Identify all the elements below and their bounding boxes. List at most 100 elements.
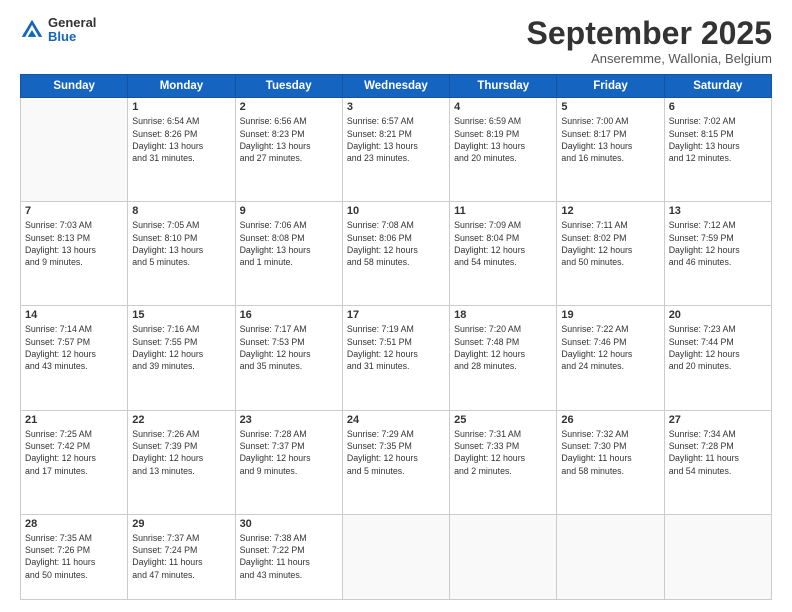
day-info: Sunrise: 7:14 AM Sunset: 7:57 PM Dayligh… [25,323,123,372]
day-number: 19 [561,309,659,321]
calendar-cell: 1 Sunrise: 6:54 AM Sunset: 8:26 PM Daylig… [128,98,235,202]
day-number: 8 [132,205,230,217]
day-info: Sunrise: 6:59 AM Sunset: 8:19 PM Dayligh… [454,115,552,164]
day-info: Sunrise: 6:54 AM Sunset: 8:26 PM Dayligh… [132,115,230,164]
calendar-cell [557,514,664,599]
calendar-cell: 2Sunrise: 6:56 AM Sunset: 8:23 PM Daylig… [235,98,342,202]
calendar-week-row: 28 Sunrise: 7:35 AM Sunset: 7:26 PM Dayli… [21,514,772,599]
calendar-week-row: 21Sunrise: 7:25 AM Sunset: 7:42 PM Dayli… [21,410,772,514]
day-info: Sunrise: 7:12 AM Sunset: 7:59 PM Dayligh… [669,219,767,268]
calendar-cell: 29 Sunrise: 7:37 AM Sunset: 7:24 PM Dayli… [128,514,235,599]
day-info: Sunrise: 7:00 AM Sunset: 8:17 PM Dayligh… [561,115,659,164]
calendar-cell: 10 Sunrise: 7:08 AM Sunset: 8:06 PM Dayli… [342,202,449,306]
location: Anseremme, Wallonia, Belgium [527,51,772,66]
calendar-weekday-saturday: Saturday [664,75,771,98]
day-info: Sunrise: 7:23 AM Sunset: 7:44 PM Dayligh… [669,323,767,372]
day-number: 30 [240,518,338,530]
calendar-cell: 20 Sunrise: 7:23 AM Sunset: 7:44 PM Dayli… [664,306,771,410]
calendar-week-row: 14 Sunrise: 7:14 AM Sunset: 7:57 PM Dayli… [21,306,772,410]
calendar-cell: 25Sunrise: 7:31 AM Sunset: 7:33 PM Dayli… [450,410,557,514]
day-number: 22 [132,414,230,426]
calendar-weekday-sunday: Sunday [21,75,128,98]
calendar-cell: 4 Sunrise: 6:59 AM Sunset: 8:19 PM Daylig… [450,98,557,202]
day-info: Sunrise: 7:03 AM Sunset: 8:13 PM Dayligh… [25,219,123,268]
day-info: Sunrise: 7:16 AM Sunset: 7:55 PM Dayligh… [132,323,230,372]
day-number: 4 [454,101,552,113]
day-info: Sunrise: 7:31 AM Sunset: 7:33 PM Dayligh… [454,428,552,477]
calendar-cell: 26 Sunrise: 7:32 AM Sunset: 7:30 PM Dayli… [557,410,664,514]
day-number: 16 [240,309,338,321]
calendar-cell: 6 Sunrise: 7:02 AM Sunset: 8:15 PM Daylig… [664,98,771,202]
calendar-weekday-wednesday: Wednesday [342,75,449,98]
calendar-cell: 22 Sunrise: 7:26 AM Sunset: 7:39 PM Dayli… [128,410,235,514]
calendar-cell [342,514,449,599]
calendar-cell: 28 Sunrise: 7:35 AM Sunset: 7:26 PM Dayli… [21,514,128,599]
logo-text: General Blue [48,16,96,45]
day-number: 24 [347,414,445,426]
day-info: Sunrise: 7:17 AM Sunset: 7:53 PM Dayligh… [240,323,338,372]
day-number: 15 [132,309,230,321]
day-info: Sunrise: 7:29 AM Sunset: 7:35 PM Dayligh… [347,428,445,477]
day-number: 9 [240,205,338,217]
day-number: 6 [669,101,767,113]
day-number: 10 [347,205,445,217]
calendar-cell: 11 Sunrise: 7:09 AM Sunset: 8:04 PM Dayli… [450,202,557,306]
day-info: Sunrise: 7:35 AM Sunset: 7:26 PM Dayligh… [25,532,123,581]
day-info: Sunrise: 7:19 AM Sunset: 7:51 PM Dayligh… [347,323,445,372]
calendar-cell: 15 Sunrise: 7:16 AM Sunset: 7:55 PM Dayli… [128,306,235,410]
calendar-cell: 27 Sunrise: 7:34 AM Sunset: 7:28 PM Dayli… [664,410,771,514]
day-info: Sunrise: 7:22 AM Sunset: 7:46 PM Dayligh… [561,323,659,372]
day-number: 27 [669,414,767,426]
day-info: Sunrise: 7:08 AM Sunset: 8:06 PM Dayligh… [347,219,445,268]
day-info: Sunrise: 7:11 AM Sunset: 8:02 PM Dayligh… [561,219,659,268]
calendar-table: SundayMondayTuesdayWednesdayThursdayFrid… [20,74,772,600]
day-number: 13 [669,205,767,217]
day-number: 1 [132,101,230,113]
calendar-cell [664,514,771,599]
day-number: 20 [669,309,767,321]
day-info: Sunrise: 7:32 AM Sunset: 7:30 PM Dayligh… [561,428,659,477]
calendar-cell: 13 Sunrise: 7:12 AM Sunset: 7:59 PM Dayli… [664,202,771,306]
day-info: Sunrise: 7:34 AM Sunset: 7:28 PM Dayligh… [669,428,767,477]
calendar-cell: 23 Sunrise: 7:28 AM Sunset: 7:37 PM Dayli… [235,410,342,514]
calendar-cell: 7Sunrise: 7:03 AM Sunset: 8:13 PM Daylig… [21,202,128,306]
day-number: 28 [25,518,123,530]
day-number: 14 [25,309,123,321]
calendar-cell: 21Sunrise: 7:25 AM Sunset: 7:42 PM Dayli… [21,410,128,514]
calendar-cell: 14 Sunrise: 7:14 AM Sunset: 7:57 PM Dayli… [21,306,128,410]
day-info: Sunrise: 7:28 AM Sunset: 7:37 PM Dayligh… [240,428,338,477]
day-number: 26 [561,414,659,426]
calendar-cell: 3Sunrise: 6:57 AM Sunset: 8:21 PM Daylig… [342,98,449,202]
day-number: 29 [132,518,230,530]
day-number: 12 [561,205,659,217]
calendar-cell: 24 Sunrise: 7:29 AM Sunset: 7:35 PM Dayli… [342,410,449,514]
calendar-cell [21,98,128,202]
logo-blue: Blue [48,30,96,44]
month-title: September 2025 [527,16,772,51]
logo: General Blue [20,16,96,45]
calendar-cell: 8Sunrise: 7:05 AM Sunset: 8:10 PM Daylig… [128,202,235,306]
day-info: Sunrise: 6:56 AM Sunset: 8:23 PM Dayligh… [240,115,338,164]
calendar-cell: 18Sunrise: 7:20 AM Sunset: 7:48 PM Dayli… [450,306,557,410]
day-info: Sunrise: 7:20 AM Sunset: 7:48 PM Dayligh… [454,323,552,372]
day-info: Sunrise: 7:26 AM Sunset: 7:39 PM Dayligh… [132,428,230,477]
calendar-cell: 9 Sunrise: 7:06 AM Sunset: 8:08 PM Daylig… [235,202,342,306]
day-info: Sunrise: 7:02 AM Sunset: 8:15 PM Dayligh… [669,115,767,164]
calendar-weekday-thursday: Thursday [450,75,557,98]
day-number: 21 [25,414,123,426]
day-number: 23 [240,414,338,426]
calendar-cell [450,514,557,599]
day-info: Sunrise: 7:37 AM Sunset: 7:24 PM Dayligh… [132,532,230,581]
calendar-cell: 30Sunrise: 7:38 AM Sunset: 7:22 PM Dayli… [235,514,342,599]
title-block: September 2025 Anseremme, Wallonia, Belg… [527,16,772,66]
calendar-weekday-tuesday: Tuesday [235,75,342,98]
day-info: Sunrise: 7:06 AM Sunset: 8:08 PM Dayligh… [240,219,338,268]
day-number: 11 [454,205,552,217]
logo-icon [20,18,44,42]
day-number: 17 [347,309,445,321]
calendar-week-row: 1 Sunrise: 6:54 AM Sunset: 8:26 PM Daylig… [21,98,772,202]
calendar-week-row: 7Sunrise: 7:03 AM Sunset: 8:13 PM Daylig… [21,202,772,306]
day-info: Sunrise: 7:09 AM Sunset: 8:04 PM Dayligh… [454,219,552,268]
logo-general: General [48,16,96,30]
calendar-header-row: SundayMondayTuesdayWednesdayThursdayFrid… [21,75,772,98]
